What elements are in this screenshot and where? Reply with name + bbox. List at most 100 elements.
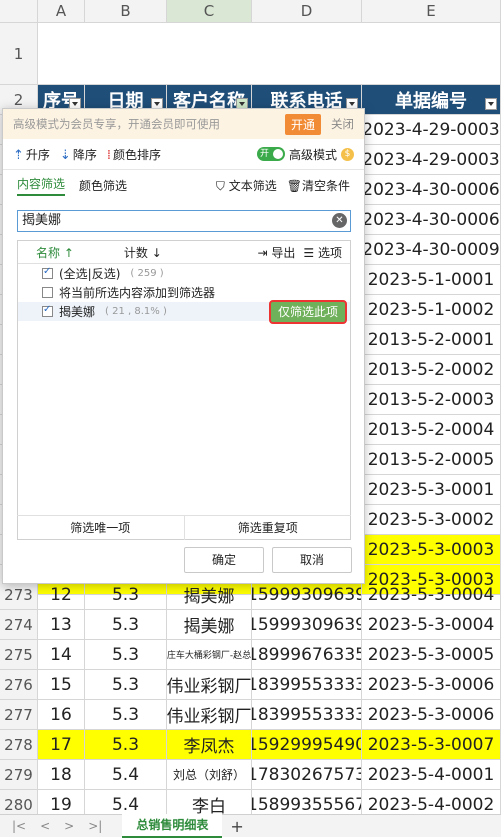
corner-cell[interactable]	[0, 0, 38, 22]
date-cell[interactable]: 5.3	[85, 670, 167, 699]
docno-cell[interactable]: 2013-5-2-0001	[362, 325, 501, 354]
first-sheet-icon[interactable]: |<	[12, 819, 26, 833]
docno-cell[interactable]: 2023-5-3-0003	[362, 535, 501, 564]
last-sheet-icon[interactable]: >|	[88, 819, 102, 833]
checkbox[interactable]	[42, 304, 53, 317]
clear-search-icon[interactable]: ✕	[332, 213, 347, 228]
docno-cell[interactable]: 2023-5-3-0007	[362, 730, 501, 759]
date-cell[interactable]: 5.3	[85, 730, 167, 759]
text-filter-button[interactable]: ⛉ 文本筛选	[216, 177, 277, 194]
phone-cell[interactable]: 18999676335	[252, 640, 362, 669]
row-number[interactable]: 279	[0, 760, 38, 789]
row-number[interactable]: 274	[0, 610, 38, 639]
docno-cell[interactable]: 2023-5-3-0001	[362, 475, 501, 504]
options-button[interactable]: ☰ 选项	[303, 244, 342, 261]
seq-cell[interactable]: 18	[38, 760, 85, 789]
clear-conditions-button[interactable]: 🗑清空条件	[287, 177, 350, 194]
cancel-button[interactable]: 取消	[272, 547, 352, 573]
seq-cell[interactable]: 14	[38, 640, 85, 669]
row-number[interactable]: 278	[0, 730, 38, 759]
checkbox[interactable]	[42, 287, 53, 298]
column-header-c[interactable]: C	[167, 0, 252, 22]
row-number[interactable]: 1	[0, 23, 38, 84]
header-cell-docno[interactable]: 单据编号	[362, 85, 501, 114]
customer-cell[interactable]: 伟业彩钢厂	[167, 700, 252, 729]
filter-dropdown-icon[interactable]	[485, 98, 497, 110]
date-cell[interactable]: 5.3	[85, 700, 167, 729]
docno-cell[interactable]: 2023-5-3-0004	[362, 610, 501, 639]
phone-cell[interactable]: 18399553333	[252, 700, 362, 729]
search-input[interactable]: 揭美娜 ✕	[17, 210, 351, 232]
row-number[interactable]: 275	[0, 640, 38, 669]
sort-desc-button[interactable]: ⇣ 降序	[60, 146, 97, 163]
sort-asc-button[interactable]: ⇡ 升序	[13, 146, 50, 163]
customer-cell[interactable]: 揭美娜	[167, 580, 252, 609]
phone-cell[interactable]: 15999309639	[252, 610, 362, 639]
docno-cell[interactable]: 2023-5-3-0006	[362, 670, 501, 699]
phone-cell[interactable]: 15999309639	[252, 580, 362, 609]
date-cell[interactable]: 5.3	[85, 640, 167, 669]
docno-cell[interactable]: 2023-5-3-0002	[362, 505, 501, 534]
column-header-d[interactable]: D	[252, 0, 362, 22]
seq-cell[interactable]: 16	[38, 700, 85, 729]
docno-cell[interactable]: 2023-5-4-0001	[362, 760, 501, 789]
row-number[interactable]: 277	[0, 700, 38, 729]
seq-cell[interactable]: 15	[38, 670, 85, 699]
advanced-mode-toggle[interactable]: 开 高级模式 $	[256, 146, 354, 163]
next-sheet-icon[interactable]: >	[64, 819, 74, 833]
phone-cell[interactable]: 17830267573	[252, 760, 362, 789]
add-sheet-icon[interactable]: +	[230, 817, 243, 836]
column-header-b[interactable]: B	[85, 0, 167, 22]
customer-cell[interactable]: 庄车大桶彩钢厂-赵总	[167, 640, 252, 669]
seq-cell[interactable]: 13	[38, 610, 85, 639]
customer-cell[interactable]: 揭美娜	[167, 610, 252, 639]
checkbox[interactable]	[42, 266, 53, 279]
filter-duplicate-button[interactable]: 筛选重复项	[185, 516, 352, 540]
docno-cell[interactable]: 2023-4-30-0009	[362, 235, 501, 264]
docno-cell[interactable]: 2013-5-2-0003	[362, 385, 501, 414]
prev-sheet-icon[interactable]: <	[40, 819, 50, 833]
docno-cell[interactable]: 2023-5-3-0006	[362, 700, 501, 729]
date-cell[interactable]: 5.4	[85, 760, 167, 789]
docno-cell[interactable]: 2013-5-2-0004	[362, 415, 501, 444]
customer-cell[interactable]: 李凤杰	[167, 730, 252, 759]
docno-cell[interactable]: 2023-5-3-0004	[362, 580, 501, 609]
seq-cell[interactable]: 17	[38, 730, 85, 759]
docno-cell[interactable]: 2023-5-3-0005	[362, 640, 501, 669]
seq-cell[interactable]: 12	[38, 580, 85, 609]
customer-cell[interactable]: 刘总（刘舒）	[167, 760, 252, 789]
tab-content-filter[interactable]: 内容筛选	[17, 175, 66, 196]
sort-by-count-button[interactable]: 计数 ↓	[124, 244, 162, 261]
column-header-a[interactable]: A	[38, 0, 85, 22]
color-sort-button[interactable]: ⁞ 颜色排序	[107, 146, 161, 163]
list-item-value[interactable]: 揭美娜 ( 21 , 8.1% ) 仅筛选此项	[18, 300, 350, 324]
tab-color-filter[interactable]: 颜色筛选	[79, 177, 127, 194]
open-membership-button[interactable]: 开通	[284, 113, 321, 135]
date-cell[interactable]: 5.3	[85, 580, 167, 609]
date-cell[interactable]: 5.3	[85, 610, 167, 639]
filter-only-this-button[interactable]: 仅筛选此项	[269, 300, 347, 324]
export-button[interactable]: ⇥ 导出	[257, 244, 295, 261]
list-item-select-all[interactable]: (全选|反选) ( 259 )	[18, 264, 350, 283]
empty-row-cell[interactable]	[38, 23, 501, 84]
ok-button[interactable]: 确定	[184, 547, 264, 573]
docno-cell[interactable]: 2023-5-1-0002	[362, 295, 501, 324]
phone-cell[interactable]: 18399553333	[252, 670, 362, 699]
docno-cell[interactable]: 2023-4-29-0003	[362, 115, 501, 144]
docno-cell[interactable]: 2013-5-2-0005	[362, 445, 501, 474]
row-number[interactable]: 273	[0, 580, 38, 609]
close-promo-button[interactable]: 关闭	[331, 116, 354, 132]
sort-by-name-button[interactable]: 名称 ↑	[36, 244, 74, 261]
phone-cell[interactable]: 15929995490	[252, 730, 362, 759]
column-header-e[interactable]: E	[362, 0, 501, 22]
customer-cell[interactable]: 伟业彩钢厂	[167, 670, 252, 699]
docno-cell[interactable]: 2023-4-30-0006	[362, 205, 501, 234]
docno-cell[interactable]: 2023-5-1-0001	[362, 265, 501, 294]
sheet-tab-active[interactable]: 总销售明细表	[122, 814, 223, 838]
row-number[interactable]: 276	[0, 670, 38, 699]
docno-cell[interactable]: 2023-4-30-0006	[362, 175, 501, 204]
docno-cell[interactable]: 2023-4-29-0003	[362, 145, 501, 174]
toggle-switch[interactable]: 开	[256, 147, 285, 161]
filter-unique-button[interactable]: 筛选唯一项	[17, 516, 185, 540]
docno-cell[interactable]: 2013-5-2-0002	[362, 355, 501, 384]
